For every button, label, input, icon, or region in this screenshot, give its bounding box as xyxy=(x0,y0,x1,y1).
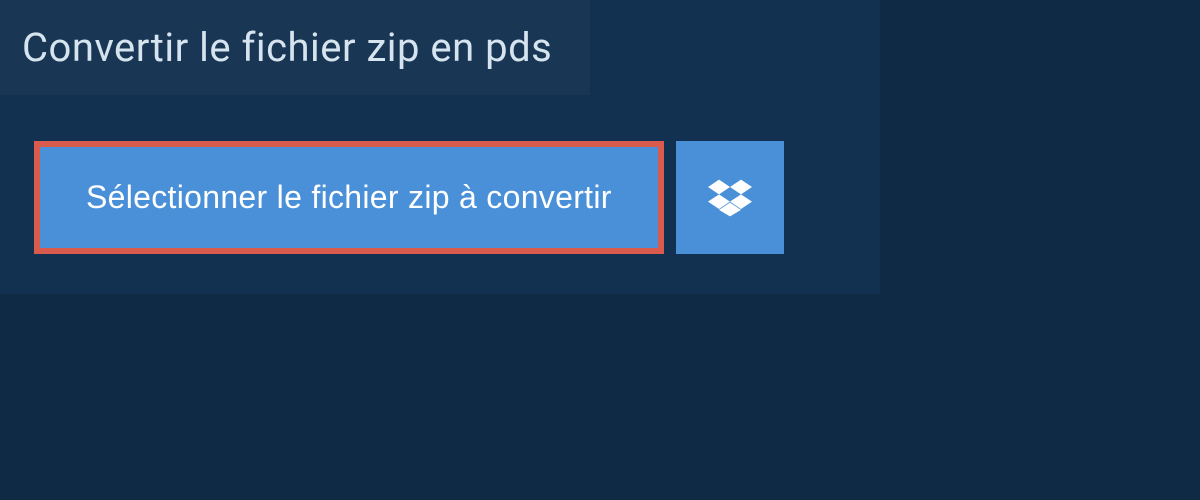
dropbox-icon xyxy=(708,176,752,220)
select-file-button[interactable]: Sélectionner le fichier zip à convertir xyxy=(34,141,664,254)
button-row: Sélectionner le fichier zip à convertir xyxy=(34,141,880,254)
title-bar: Convertir le fichier zip en pds xyxy=(0,0,590,95)
dropbox-button[interactable] xyxy=(676,141,784,254)
select-file-label: Sélectionner le fichier zip à convertir xyxy=(86,179,612,215)
page-title: Convertir le fichier zip en pds xyxy=(22,24,552,71)
converter-panel: Convertir le fichier zip en pds Sélectio… xyxy=(0,0,880,294)
